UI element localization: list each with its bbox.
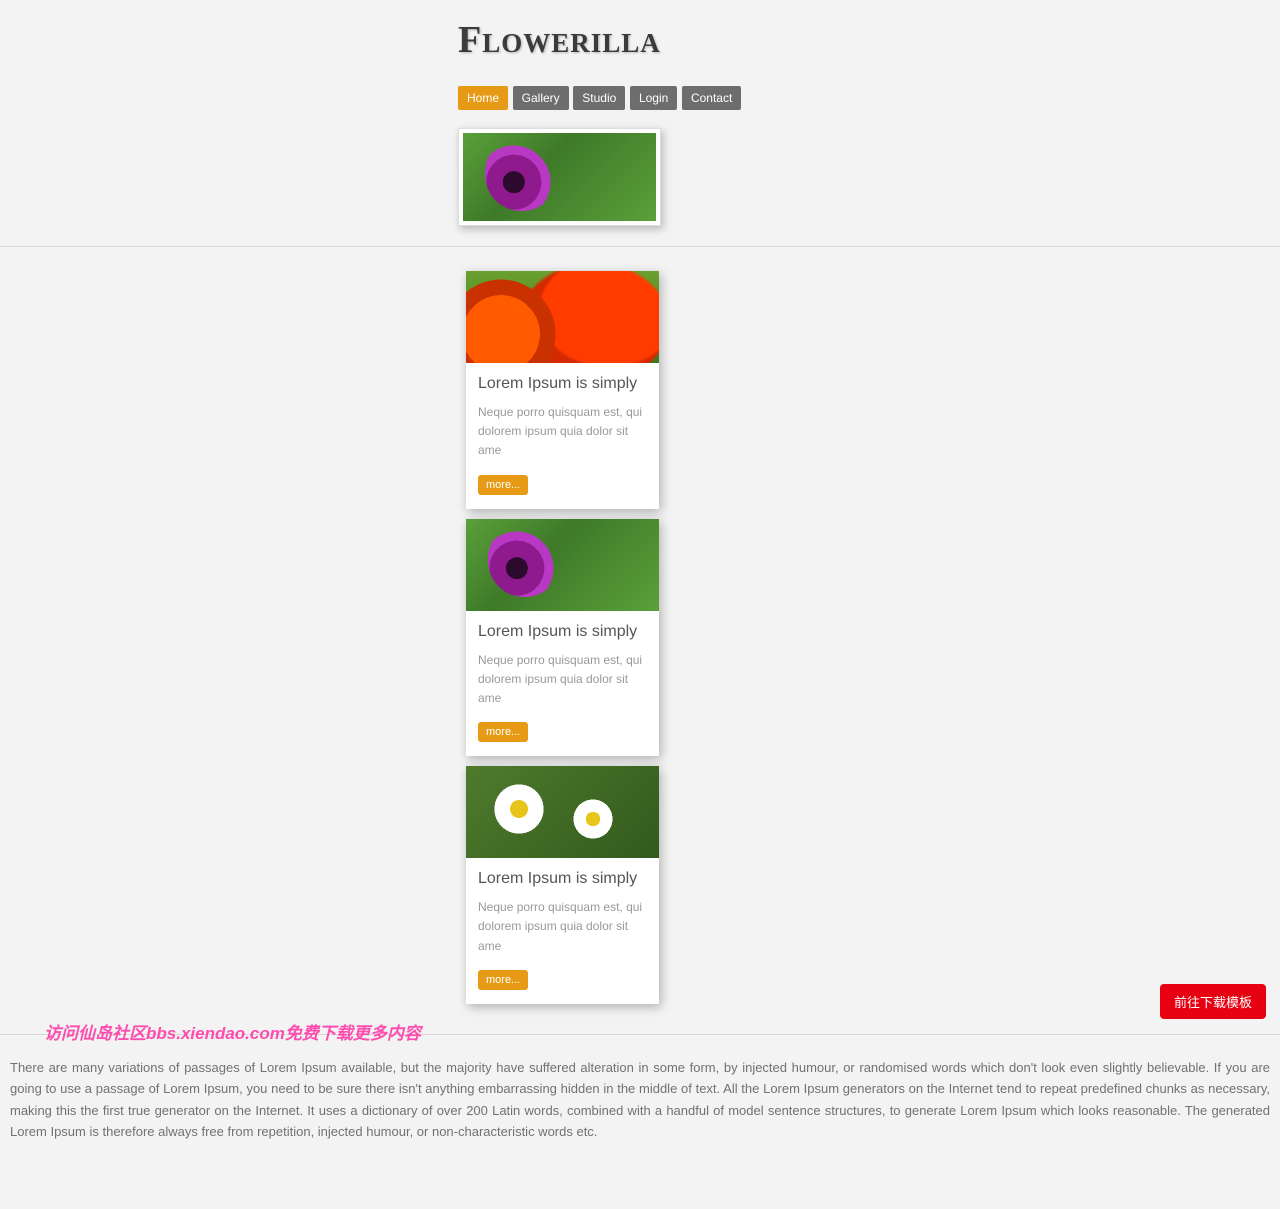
card-title: Lorem Ipsum is simply <box>478 623 647 641</box>
nav-home[interactable]: Home <box>458 86 508 110</box>
more-button[interactable]: more... <box>478 970 528 990</box>
card-title: Lorem Ipsum is simply <box>478 375 647 393</box>
footer-paragraph: There are many variations of passages of… <box>0 1035 1280 1163</box>
nav-contact[interactable]: Contact <box>682 86 741 110</box>
card: Lorem Ipsum is simply Neque porro quisqu… <box>466 766 659 1004</box>
nav-gallery[interactable]: Gallery <box>513 86 569 110</box>
card: Lorem Ipsum is simply Neque porro quisqu… <box>466 519 659 757</box>
download-template-button[interactable]: 前往下载模板 <box>1160 984 1266 1019</box>
card-image <box>466 519 659 611</box>
card-image <box>466 766 659 858</box>
card-list: Lorem Ipsum is simply Neque porro quisqu… <box>458 247 1128 1004</box>
more-button[interactable]: more... <box>478 722 528 742</box>
card-desc: Neque porro quisquam est, qui dolorem ip… <box>478 898 647 956</box>
nav-login[interactable]: Login <box>630 86 677 110</box>
card-desc: Neque porro quisquam est, qui dolorem ip… <box>478 651 647 709</box>
more-button[interactable]: more... <box>478 475 528 495</box>
card-image <box>466 271 659 363</box>
card-title: Lorem Ipsum is simply <box>478 870 647 888</box>
card: Lorem Ipsum is simply Neque porro quisqu… <box>466 271 659 509</box>
hero-flower-image <box>463 133 656 221</box>
card-desc: Neque porro quisquam est, qui dolorem ip… <box>478 403 647 461</box>
site-title: Flowerilla <box>458 18 1128 62</box>
nav-studio[interactable]: Studio <box>573 86 625 110</box>
hero-image-frame <box>458 128 661 226</box>
main-nav: Home Gallery Studio Login Contact <box>458 86 1128 110</box>
